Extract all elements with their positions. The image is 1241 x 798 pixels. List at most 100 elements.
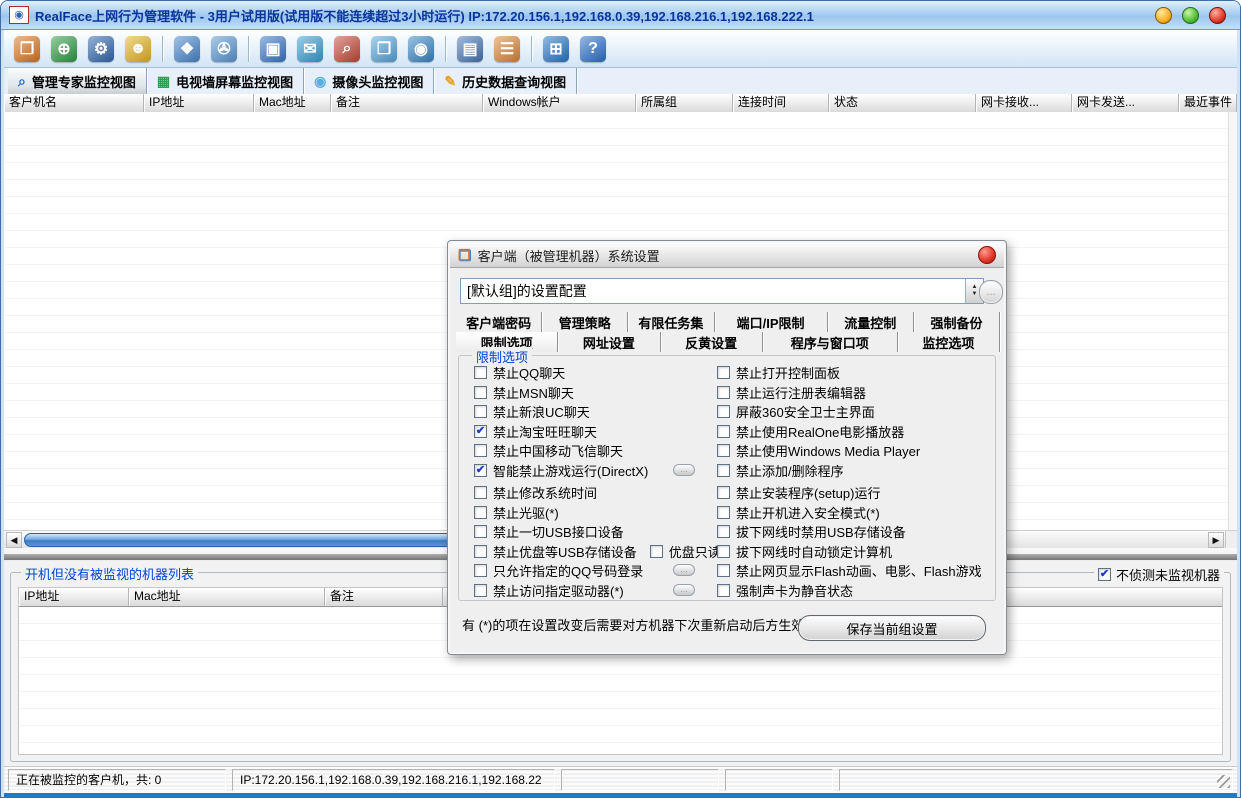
dialog-tab-1-5[interactable]: 流量控制	[828, 312, 914, 332]
column-header[interactable]: 备注	[331, 94, 483, 112]
checkbox[interactable]	[717, 525, 730, 538]
checkbox[interactable]	[474, 545, 487, 558]
window-copy-icon[interactable]: ❐	[371, 36, 397, 62]
checkbox[interactable]	[474, 366, 487, 379]
user-groups-icon[interactable]: ☻	[125, 36, 151, 62]
option-row[interactable]: 禁止安装程序(setup)运行	[717, 483, 989, 503]
option-row[interactable]: 拔下网线时禁用USB存储设备	[717, 522, 989, 542]
option-row[interactable]: 禁止开机进入安全模式(*)	[717, 503, 989, 523]
scroll-left-icon[interactable]: ◀	[6, 532, 22, 548]
dialog-tab-1-6[interactable]: 强制备份	[914, 312, 1000, 332]
detect-checkbox-row[interactable]: ✔ 不侦测未监视机器	[1094, 565, 1224, 584]
group-config-combobox[interactable]: [默认组]的设置配置 ▲ ▼	[460, 278, 984, 304]
checkbox[interactable]	[717, 486, 730, 499]
column-header[interactable]: 所属组	[636, 94, 733, 112]
disc-record-icon[interactable]: ◉	[408, 36, 434, 62]
option-row[interactable]: 屏蔽360安全卫士主界面	[717, 402, 989, 422]
checkbox[interactable]	[474, 564, 487, 577]
option-row[interactable]: 禁止运行注册表编辑器	[717, 383, 989, 403]
option-row[interactable]: 只允许指定的QQ号码登录…	[474, 561, 719, 581]
file-manage-icon[interactable]: ❖	[174, 36, 200, 62]
checkbox[interactable]	[474, 405, 487, 418]
user-log-icon[interactable]: ☰	[494, 36, 520, 62]
message-send-icon[interactable]: ✉	[297, 36, 323, 62]
view-tab-2[interactable]: ▦电视墙屏幕监控视图	[147, 68, 304, 94]
checkbox[interactable]	[474, 444, 487, 457]
checkbox[interactable]	[717, 425, 730, 438]
maximize-button[interactable]	[1182, 7, 1199, 24]
save-group-settings-button[interactable]: 保存当前组设置	[798, 615, 986, 641]
option-row[interactable]: 禁止QQ聊天	[474, 363, 719, 383]
option-row[interactable]: 禁止添加/删除程序	[717, 461, 989, 481]
network-view-icon[interactable]: ⊕	[51, 36, 77, 62]
option-row[interactable]: 禁止网页显示Flash动画、电影、Flash游戏	[717, 561, 989, 581]
screen-monitor-icon[interactable]: ▣	[260, 36, 286, 62]
resize-grip[interactable]	[1217, 775, 1230, 788]
dialog-tab-2-3[interactable]: 反黄设置	[661, 332, 763, 352]
checkbox[interactable]	[474, 386, 487, 399]
option-row[interactable]: 禁止使用Windows Media Player	[717, 441, 989, 461]
checkbox[interactable]	[717, 584, 730, 597]
minimize-button[interactable]	[1155, 7, 1172, 24]
option-row[interactable]: 禁止一切USB接口设备	[474, 522, 719, 542]
address-book-icon[interactable]: ▤	[457, 36, 483, 62]
column-header[interactable]: Mac地址	[254, 94, 331, 112]
option-row[interactable]: 禁止优盘等USB存储设备优盘只读	[474, 542, 719, 562]
scroll-right-icon[interactable]: ▶	[1208, 532, 1224, 548]
checkbox[interactable]	[717, 506, 730, 519]
more-button[interactable]: …	[673, 464, 695, 476]
checkbox[interactable]: ✔	[474, 464, 487, 477]
checkbox[interactable]	[717, 444, 730, 457]
more-button[interactable]: …	[673, 584, 695, 596]
option-row[interactable]: ✔禁止淘宝旺旺聊天	[474, 422, 719, 442]
column-header[interactable]: Windows帐户	[483, 94, 636, 112]
browse-button[interactable]: …	[979, 280, 1003, 304]
column-header[interactable]: 网卡接收...	[976, 94, 1072, 112]
option-row[interactable]: 禁止修改系统时间	[474, 483, 719, 503]
option-row[interactable]: 拔下网线时自动锁定计算机	[717, 542, 989, 562]
vertical-scrollbar[interactable]	[1228, 112, 1237, 530]
option-row[interactable]: 禁止光驱(*)	[474, 503, 719, 523]
option-row[interactable]: ✔智能禁止游戏运行(DirectX)…	[474, 461, 719, 481]
titlebar[interactable]: ◉ RealFace上网行为管理软件 - 3用户试用版(试用版不能连续超过3小时…	[1, 1, 1240, 30]
checkbox[interactable]	[474, 584, 487, 597]
view-tab-1[interactable]: ⌕管理专家监控视图	[8, 68, 147, 94]
column-header[interactable]: 网卡发送...	[1072, 94, 1179, 112]
key-auth-icon[interactable]: ✇	[211, 36, 237, 62]
dialog-tab-1-2[interactable]: 管理策略	[542, 312, 628, 332]
option-row[interactable]: 禁止新浪UC聊天	[474, 402, 719, 422]
column-header[interactable]: IP地址	[19, 588, 129, 606]
column-header[interactable]: IP地址	[144, 94, 254, 112]
checkbox[interactable]	[717, 386, 730, 399]
dialog-titlebar[interactable]: ❐ 客户端（被管理机器）系统设置	[450, 243, 1004, 268]
dialog-tab-2-2[interactable]: 网址设置	[558, 332, 660, 352]
option-row[interactable]: 禁止打开控制面板	[717, 363, 989, 383]
column-header[interactable]: 最近事件	[1179, 94, 1237, 112]
checkbox[interactable]	[717, 405, 730, 418]
dialog-tab-2-5[interactable]: 监控选项	[898, 332, 1000, 352]
checkbox[interactable]	[474, 486, 487, 499]
spinner-down-icon[interactable]: ▼	[972, 291, 978, 298]
checkbox[interactable]	[717, 564, 730, 577]
help-icon[interactable]: ?	[580, 36, 606, 62]
dialog-tab-2-4[interactable]: 程序与窗口项	[763, 332, 898, 352]
checkbox[interactable]	[474, 525, 487, 538]
checkbox[interactable]	[717, 366, 730, 379]
view-tab-4[interactable]: ✎历史数据查询视图	[434, 68, 577, 94]
remote-settings-icon[interactable]: ⚙	[88, 36, 114, 62]
checkbox[interactable]	[717, 464, 730, 477]
checkbox[interactable]: ✔	[1098, 568, 1111, 581]
dialog-tab-1-1[interactable]: 客户端密码	[456, 312, 542, 332]
dialog-close-button[interactable]	[978, 246, 996, 264]
option-row[interactable]: 禁止使用RealOne电影播放器	[717, 422, 989, 442]
close-button[interactable]	[1209, 7, 1226, 24]
view-tab-3[interactable]: ◉摄像头监控视图	[304, 68, 434, 94]
log-search-icon[interactable]: ⌕	[334, 36, 360, 62]
checkbox[interactable]	[717, 545, 730, 558]
column-header[interactable]: Mac地址	[129, 588, 325, 606]
column-header[interactable]: 备注	[325, 588, 443, 606]
more-button[interactable]: …	[673, 564, 695, 576]
checkbox[interactable]: ✔	[474, 425, 487, 438]
option-row[interactable]: 禁止访问指定驱动器(*)…	[474, 581, 719, 601]
option-row[interactable]: 禁止中国移动飞信聊天	[474, 441, 719, 461]
